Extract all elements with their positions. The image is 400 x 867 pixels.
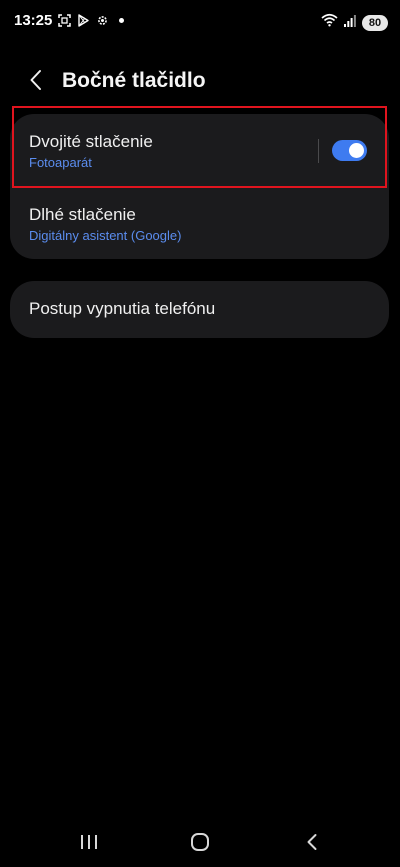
back-icon [306, 833, 318, 856]
status-icons-right: 80 [321, 13, 388, 32]
recents-icon [80, 834, 98, 855]
status-time: 13:25 [14, 12, 53, 29]
header: Bočné tlačidlo [0, 58, 400, 106]
power-off-row[interactable]: Postup vypnutia telefónu [10, 281, 389, 338]
home-icon [190, 832, 210, 857]
settings-gear-icon [96, 14, 109, 27]
double-press-toggle[interactable] [332, 140, 367, 161]
nav-back-button[interactable] [292, 830, 332, 858]
double-press-title: Dvojité stlačenie [29, 132, 153, 151]
chevron-left-icon [29, 69, 43, 96]
long-press-row[interactable]: Dlhé stlačenie Digitálny asistent (Googl… [10, 188, 389, 259]
notification-dot [119, 18, 124, 23]
status-icons-left [58, 14, 124, 27]
play-store-icon [77, 14, 90, 27]
signal-icon [344, 14, 356, 32]
navigation-bar [0, 820, 400, 867]
double-press-row[interactable]: Dvojité stlačenie Fotoaparát [10, 114, 389, 188]
double-press-subtitle: Fotoaparát [29, 155, 92, 170]
press-settings-card: Dvojité stlačenie Fotoaparát Dlhé stlače… [10, 114, 389, 259]
home-button[interactable] [180, 830, 220, 858]
toggle-divider [318, 139, 319, 163]
long-press-title: Dlhé stlačenie [29, 205, 136, 224]
status-bar: 13:25 80 [0, 0, 400, 44]
wifi-icon [321, 13, 338, 32]
back-button[interactable] [20, 66, 52, 98]
battery-icon: 80 [362, 14, 388, 31]
long-press-subtitle: Digitálny asistent (Google) [29, 228, 182, 243]
page-title: Bočné tlačidlo [62, 69, 206, 92]
toggle-knob [349, 143, 364, 158]
power-off-card: Postup vypnutia telefónu [10, 281, 389, 338]
recents-button[interactable] [69, 830, 109, 858]
power-off-title: Postup vypnutia telefónu [29, 299, 216, 318]
screenshot-icon [58, 14, 71, 27]
